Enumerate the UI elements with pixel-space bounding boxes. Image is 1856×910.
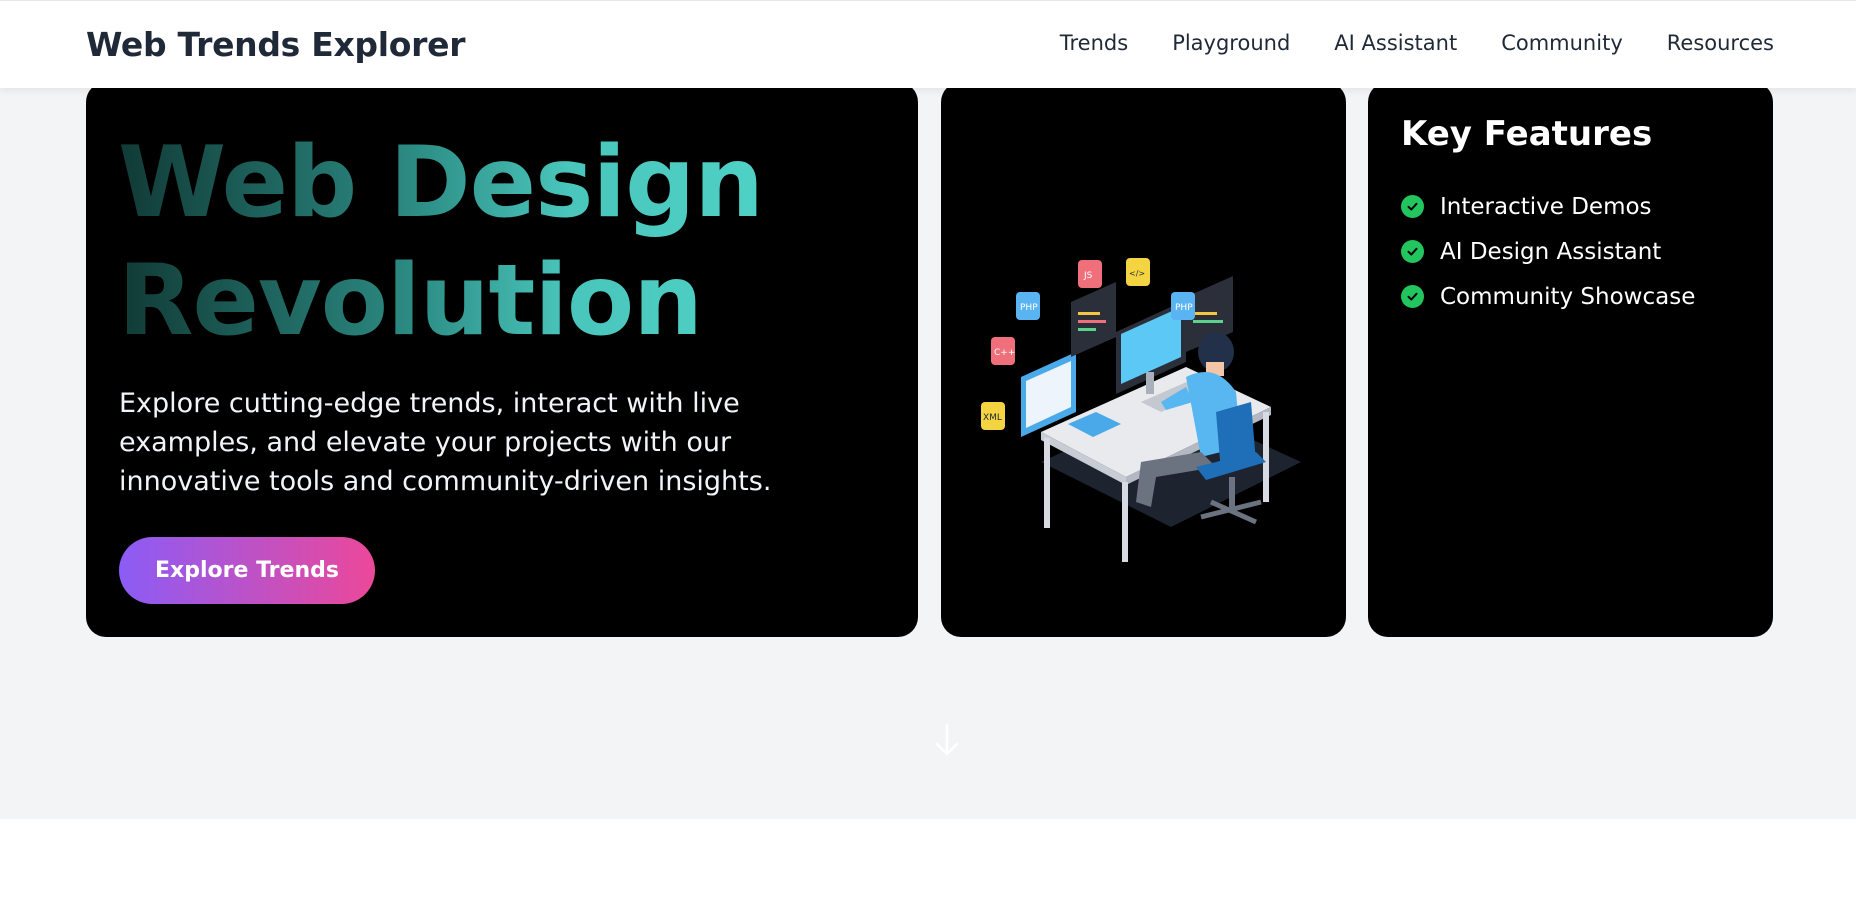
hero-title-line-2: Revolution [118,244,703,358]
nav-link-ai-assistant[interactable]: AI Assistant [1334,31,1457,55]
badge-php-2: PHP [1175,303,1193,313]
feature-label: Community Showcase [1440,283,1696,310]
nav-link-resources[interactable]: Resources [1667,31,1774,55]
badge-php-1: PHP [1020,303,1038,313]
feature-label: AI Design Assistant [1440,238,1662,265]
check-circle-icon [1401,240,1424,263]
badge-cpp: C++ [994,348,1015,358]
developer-at-desk-illustration: PHP JS </> C++ PHP XML [981,258,1301,562]
brand-title[interactable]: Web Trends Explorer [86,25,465,64]
explore-trends-button[interactable]: Explore Trends [119,537,375,604]
list-item: Interactive Demos [1401,184,1695,229]
key-features-card: Key Features Interactive Demos AI Design… [1368,82,1773,637]
arrow-down-icon[interactable] [934,722,960,758]
nav-link-community[interactable]: Community [1501,31,1623,55]
badge-js: JS [1083,271,1093,281]
list-item: AI Design Assistant [1401,229,1695,274]
next-section [0,819,1856,910]
main-nav: Trends Playground AI Assistant Community… [1060,31,1774,55]
check-circle-icon [1401,195,1424,218]
hero-title: Web Design Revolution [118,124,763,360]
list-item: Community Showcase [1401,274,1695,319]
hero-description: Explore cutting-edge trends, interact wi… [119,388,772,497]
nav-link-trends[interactable]: Trends [1060,31,1128,55]
badge-xml: XML [983,413,1002,423]
features-list: Interactive Demos AI Design Assistant Co… [1401,184,1695,319]
feature-label: Interactive Demos [1440,193,1652,220]
badge-code: </> [1129,269,1145,278]
nav-link-playground[interactable]: Playground [1172,31,1290,55]
check-circle-icon [1401,285,1424,308]
illustration-card: PHP JS </> C++ PHP XML [941,82,1346,637]
hero-title-line-1: Web Design [118,126,763,240]
features-title: Key Features [1401,114,1653,154]
hero-card: Web Design Revolution Explore cutting-ed… [86,82,918,637]
top-navbar: Web Trends Explorer Trends Playground AI… [0,0,1856,88]
